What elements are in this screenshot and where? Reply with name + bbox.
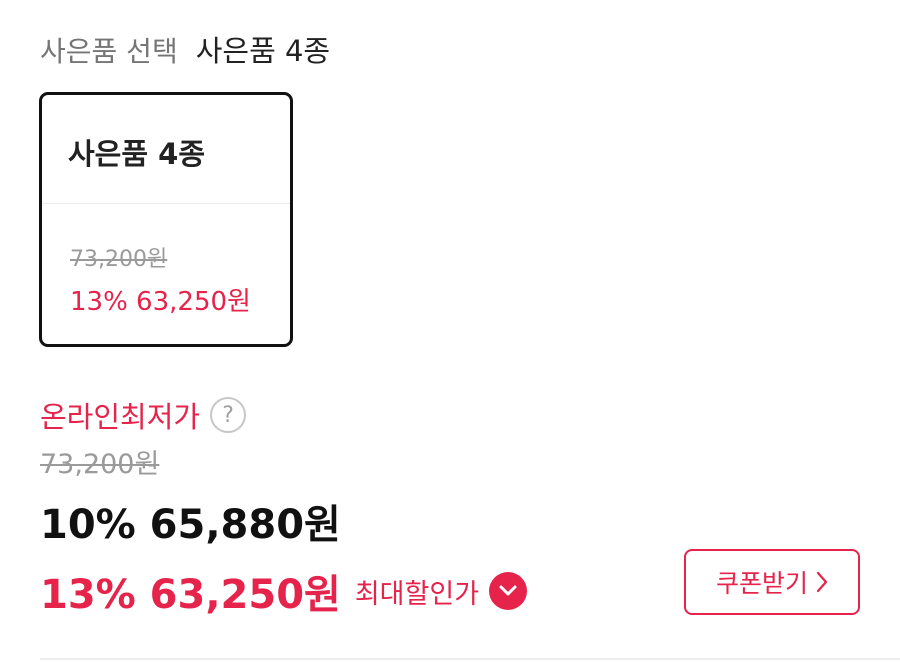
online-lowest-price-row: 온라인최저가 ? [40, 394, 247, 436]
online-lowest-price-label: 온라인최저가 [40, 400, 201, 434]
discount-price: 10% 65,880원 [40, 502, 341, 548]
gift-selection-label: 사은품 선택 [40, 35, 178, 68]
section-divider [40, 658, 900, 660]
max-discount-row: 13% 63,250원 최대할인가 [40, 562, 528, 620]
gift-option-title: 사은품 4종 [68, 137, 205, 171]
chevron-down-icon[interactable] [489, 572, 528, 610]
max-discount-label: 최대할인가 [354, 578, 480, 610]
gift-option-sale-price: 13% 63,250원 [70, 287, 251, 317]
max-discount-price: 13% 63,250원 [40, 572, 341, 618]
gift-selection-header: 사은품 선택 사은품 4종 [40, 28, 330, 70]
coupon-download-button[interactable]: 쿠폰받기 [684, 549, 860, 615]
coupon-button-label: 쿠폰받기 [715, 569, 808, 598]
chevron-down-glyph [499, 585, 517, 596]
help-symbol: ? [222, 402, 234, 428]
gift-selection-value: 사은품 4종 [195, 34, 331, 68]
gift-option-card[interactable]: 사은품 4종 73,200원 13% 63,250원 [39, 92, 293, 347]
question-circle-icon[interactable]: ? [210, 397, 247, 433]
card-divider [42, 203, 290, 204]
gift-option-original-price: 73,200원 [70, 247, 168, 272]
chevron-right-icon [816, 571, 828, 593]
original-price: 73,200원 [40, 449, 160, 480]
